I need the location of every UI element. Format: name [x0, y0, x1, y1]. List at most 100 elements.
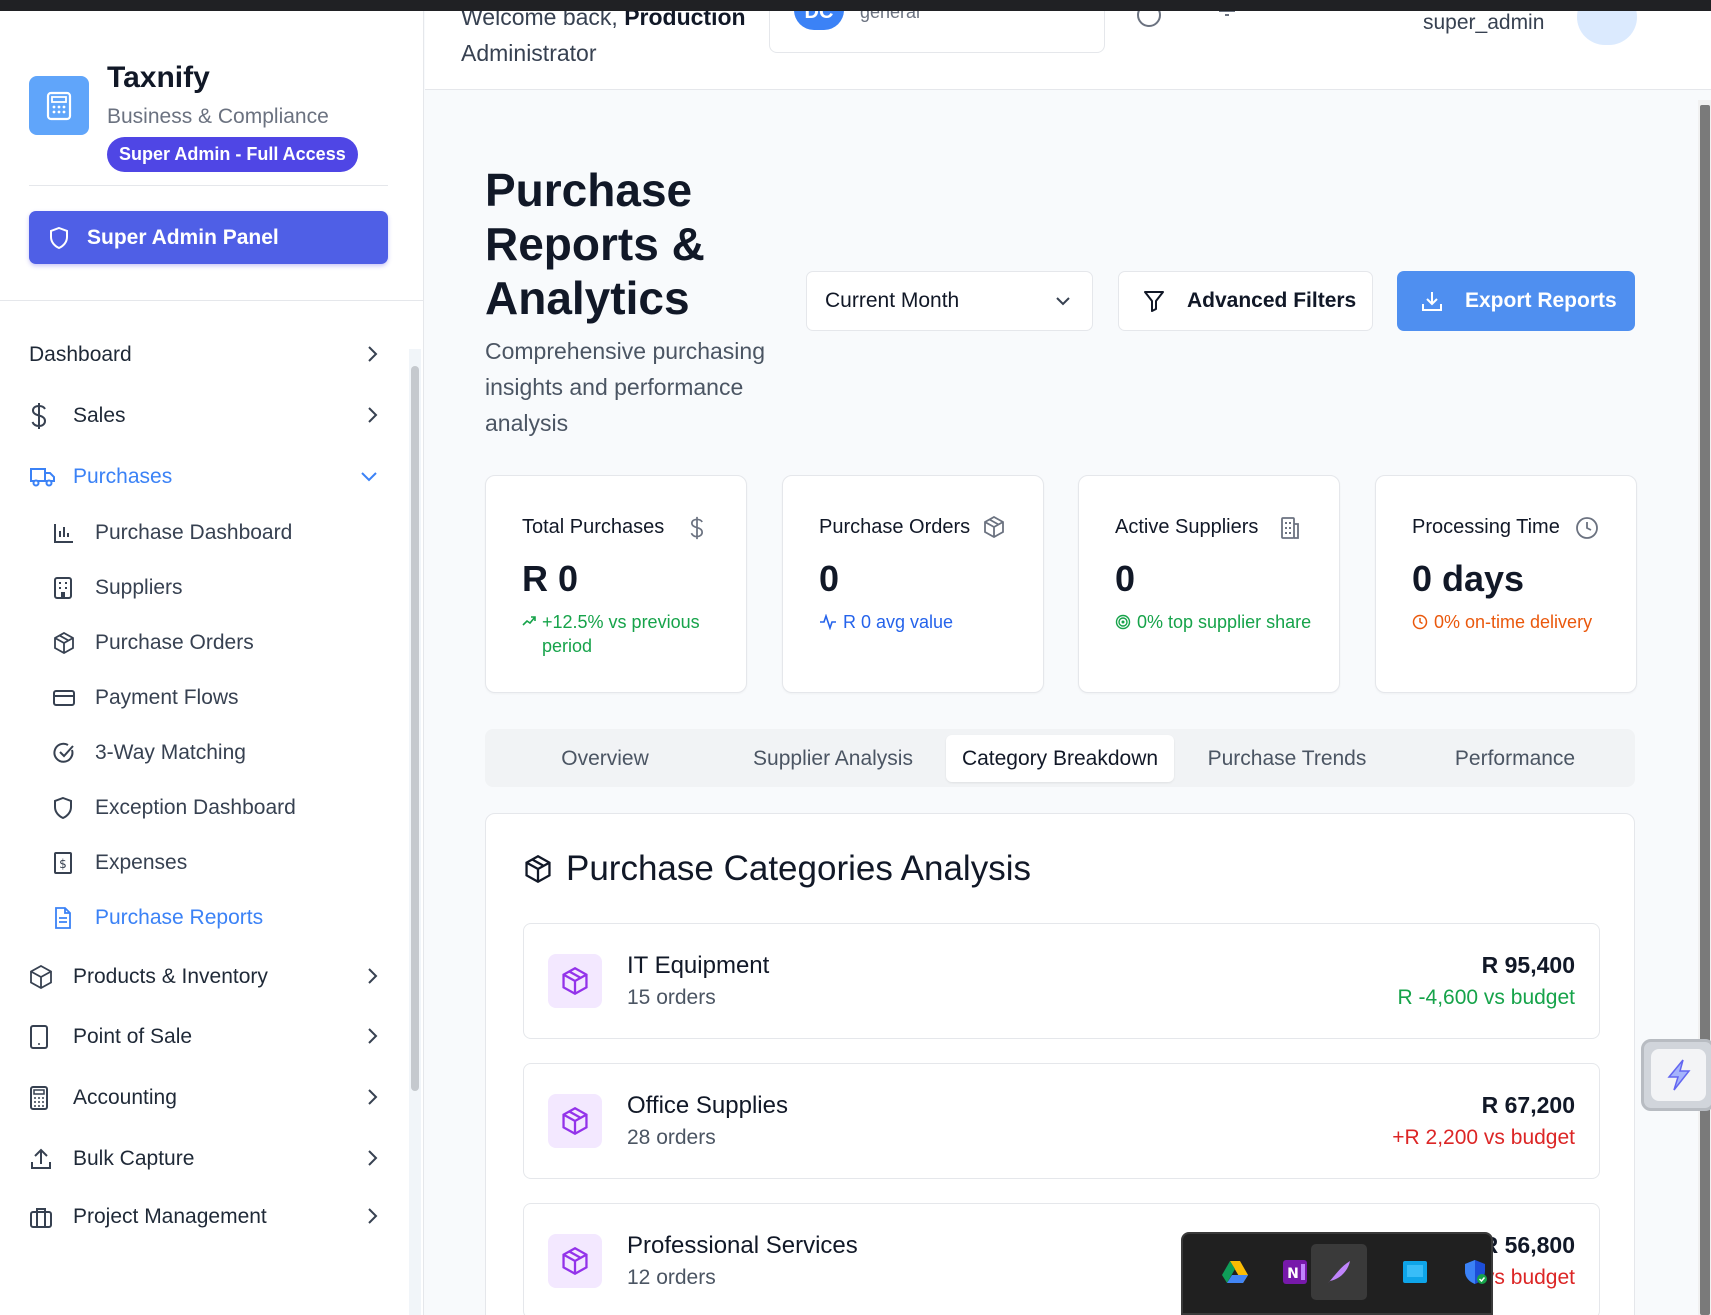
feather-icon[interactable]	[1311, 1244, 1367, 1300]
stat-value: 0 days	[1412, 558, 1525, 599]
window-app-icon[interactable]	[1397, 1254, 1433, 1290]
sidebar-subitem-3-way-matching[interactable]: 3-Way Matching	[53, 733, 373, 773]
chevron-down-icon	[361, 472, 377, 482]
tab-performance[interactable]: Performance	[1401, 735, 1629, 782]
sidebar-subitem-label: Suppliers	[95, 576, 183, 599]
sidebar-item-purchases[interactable]: Purchases	[29, 457, 379, 497]
activity-icon	[820, 614, 836, 630]
sidebar-subitem-exception-dashboard[interactable]: Exception Dashboard	[53, 788, 373, 828]
package-icon	[525, 855, 551, 883]
calculator-icon	[29, 1086, 57, 1110]
page-scrollbar-thumb[interactable]	[1700, 105, 1710, 1315]
page-subtitle: Comprehensive purchasing insights and pe…	[485, 338, 765, 436]
sidebar-item-dashboard[interactable]: Dashboard	[29, 335, 379, 375]
sidebar-item-accounting[interactable]: Accounting	[29, 1078, 379, 1118]
chevron-right-icon	[368, 346, 378, 362]
sidebar-subitem-label: Purchase Dashboard	[95, 521, 293, 544]
sidebar-subitem-label: 3-Way Matching	[95, 741, 246, 764]
sidebar-subitem-label: Expenses	[95, 851, 188, 874]
stat-label: Total Purchases	[522, 516, 665, 538]
welcome-name: Production	[624, 11, 746, 30]
sidebar-subitem-purchase-reports[interactable]: Purchase Reports	[53, 898, 373, 938]
google-drive-icon[interactable]	[1217, 1254, 1253, 1290]
trending-up-icon	[522, 616, 536, 626]
period-select[interactable]: Current Month	[806, 271, 1093, 331]
category-amount: R 95,400	[1481, 952, 1575, 978]
app-name: Taxnify	[107, 61, 210, 94]
stat-card-active-suppliers: Active Suppliers 0 0% top supplier share	[1078, 475, 1340, 693]
building-icon	[53, 577, 77, 599]
category-row[interactable]: Office Supplies 28 orders R 67,200 +R 2,…	[523, 1063, 1600, 1179]
package-icon	[548, 954, 602, 1008]
sidebar-item-products-inventory[interactable]: Products & Inventory	[29, 957, 379, 997]
sidebar-item-label: Products & Inventory	[73, 965, 268, 988]
dollar-icon	[29, 402, 57, 430]
bar-chart-icon	[53, 522, 77, 544]
page-title: Purchase Reports & Analytics	[485, 164, 705, 324]
windows-security-icon[interactable]	[1457, 1254, 1493, 1290]
category-budget-variance: R -4,600 vs budget	[1397, 986, 1575, 1009]
category-orders: 28 orders	[627, 1126, 716, 1149]
dollar-icon	[690, 516, 704, 540]
category-orders: 15 orders	[627, 986, 716, 1009]
user-avatar[interactable]	[1577, 11, 1637, 45]
category-budget-variance: +R 2,200 vs budget	[1392, 1126, 1575, 1149]
target-icon	[1115, 614, 1131, 630]
system-tray-overflow: N	[1181, 1232, 1493, 1315]
download-icon	[1422, 292, 1442, 311]
advanced-filters-label: Advanced Filters	[1187, 289, 1357, 312]
bell-icon[interactable]	[1215, 11, 1239, 25]
sidebar-subitem-expenses[interactable]: $ Expenses	[53, 843, 373, 883]
sidebar-subitem-suppliers[interactable]: Suppliers	[53, 568, 373, 608]
stat-label: Processing Time	[1412, 516, 1560, 538]
super-admin-panel-button[interactable]: Super Admin Panel	[29, 211, 388, 264]
floating-assistant-widget[interactable]	[1641, 1039, 1711, 1111]
sidebar-item-point-of-sale[interactable]: Point of Sale	[29, 1017, 379, 1057]
category-name: Professional Services	[627, 1232, 858, 1259]
credit-card-icon	[53, 689, 77, 707]
advanced-filters-button[interactable]: Advanced Filters	[1118, 271, 1373, 331]
sidebar-subitem-purchase-dashboard[interactable]: Purchase Dashboard	[53, 513, 373, 553]
stat-note-text: 0% on-time delivery	[1434, 612, 1593, 632]
sidebar-item-sales[interactable]: Sales	[29, 396, 379, 436]
package-icon	[548, 1094, 602, 1148]
receipt-icon: $	[53, 852, 77, 874]
stat-note-text: +12.5% vs previous period	[542, 612, 700, 656]
upload-icon	[29, 1147, 57, 1171]
stat-value: 0	[1115, 558, 1136, 599]
sidebar-subitem-purchase-orders[interactable]: Purchase Orders	[53, 623, 373, 663]
user-name[interactable]: super_admin	[1423, 11, 1544, 35]
package-icon	[984, 516, 1004, 538]
sidebar-item-label: Project Management	[73, 1205, 267, 1228]
tablet-icon	[29, 1025, 57, 1049]
stat-card-purchase-orders: Purchase Orders 0 R 0 avg value	[782, 475, 1044, 693]
sidebar-scrollbar-thumb[interactable]	[411, 366, 419, 1091]
chevron-down-icon	[1056, 297, 1070, 306]
tab-supplier-analysis[interactable]: Supplier Analysis	[719, 735, 947, 782]
category-row[interactable]: IT Equipment 15 orders R 95,400 R -4,600…	[523, 923, 1600, 1039]
package-icon	[548, 1234, 602, 1288]
panel-title-text: Purchase Categories Analysis	[566, 849, 1031, 888]
sidebar-item-label: Purchases	[73, 465, 173, 488]
sidebar-item-project-management[interactable]: Project Management	[29, 1197, 379, 1237]
check-circle-icon	[53, 742, 77, 764]
category-name: Office Supplies	[627, 1092, 788, 1119]
tab-category-breakdown[interactable]: Category Breakdown	[946, 735, 1174, 782]
tab-overview[interactable]: Overview	[491, 735, 719, 782]
onenote-icon[interactable]: N	[1277, 1254, 1313, 1290]
stat-note: 0% top supplier share	[1115, 610, 1325, 634]
help-icon[interactable]	[1137, 11, 1161, 27]
company-name: general	[860, 11, 921, 22]
sidebar-item-bulk-capture[interactable]: Bulk Capture	[29, 1139, 379, 1179]
company-switcher[interactable]: DC general	[769, 11, 1105, 53]
sidebar-item-label: Accounting	[73, 1086, 177, 1109]
stat-value: 0	[819, 558, 840, 599]
briefcase-icon	[29, 1206, 57, 1228]
package-icon	[53, 632, 77, 654]
stat-note: 0% on-time delivery	[1412, 610, 1622, 634]
tab-purchase-trends[interactable]: Purchase Trends	[1173, 735, 1401, 782]
sidebar-subitem-payment-flows[interactable]: Payment Flows	[53, 678, 373, 718]
shield-icon	[53, 797, 77, 819]
sidebar-item-label: Bulk Capture	[73, 1147, 195, 1170]
export-reports-button[interactable]: Export Reports	[1397, 271, 1635, 331]
